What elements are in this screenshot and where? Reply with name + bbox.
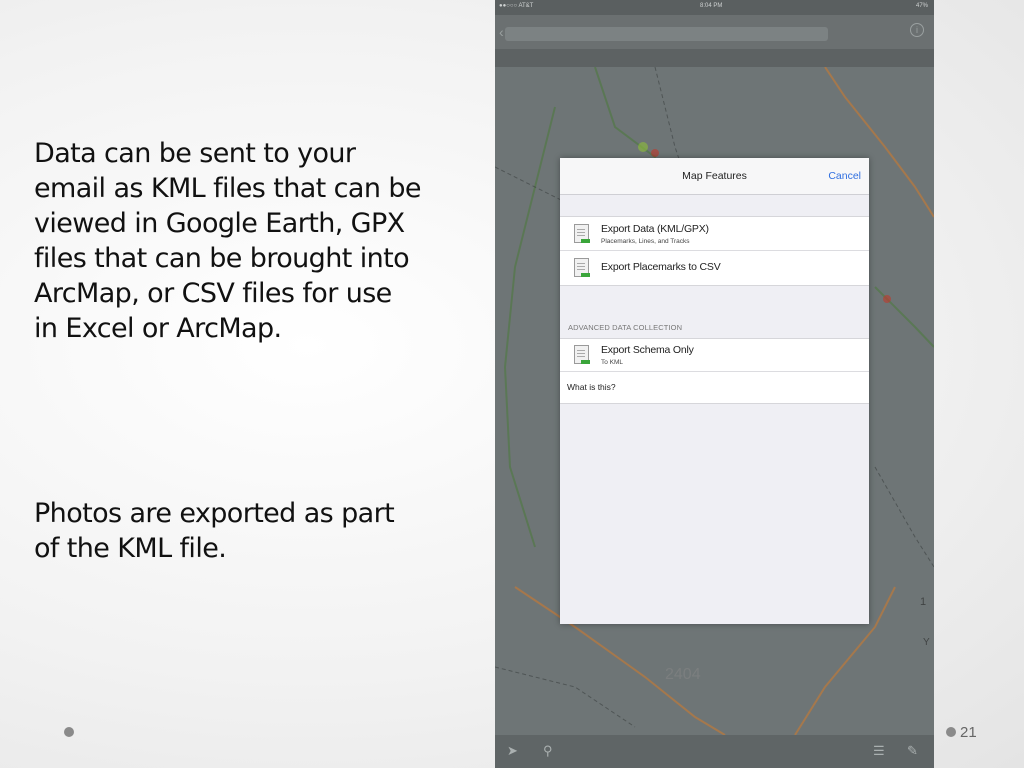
info-icon[interactable]: i: [910, 23, 924, 37]
map-label: 2404: [665, 666, 701, 683]
map-label: Y: [923, 637, 930, 648]
section-header: ADVANCED DATA COLLECTION: [568, 323, 683, 332]
slide-body-text-2: Photos are exported as part of the KML f…: [34, 498, 395, 564]
placemark-pin-icon[interactable]: ⚲: [543, 743, 553, 759]
wrench-icon[interactable]: ✎: [907, 743, 918, 759]
battery-text: 47%: [915, 3, 928, 9]
row-sublabel: Placemarks, Lines, and Tracks: [601, 238, 690, 245]
status-time: 8:04 PM: [700, 3, 723, 9]
export-options-group: Export Data (KML/GPX) Placemarks, Lines,…: [560, 216, 869, 286]
layers-icon[interactable]: ☰: [873, 743, 885, 759]
footer-dot-right: [946, 727, 956, 737]
map-features-modal: Map Features Cancel Export Data (KML/GPX…: [560, 158, 869, 624]
map-trail-line: [503, 106, 556, 548]
back-chevron-icon[interactable]: ‹: [499, 24, 504, 40]
slide-body-text-1: Data can be sent to your email as KML fi…: [34, 138, 421, 344]
row-label: What is this?: [567, 382, 616, 392]
map-label: 1: [920, 596, 926, 608]
export-data-kml-gpx-row[interactable]: Export Data (KML/GPX) Placemarks, Lines,…: [560, 217, 869, 250]
file-icon: [574, 224, 590, 243]
export-placemarks-csv-row[interactable]: Export Placemarks to CSV: [560, 251, 869, 285]
carrier-text: ●●○○○ AT&T: [499, 3, 534, 9]
page-number: 21: [960, 724, 977, 741]
advanced-options-group: Export Schema Only To KML What is this?: [560, 338, 869, 404]
modal-title: Map Features: [682, 170, 747, 182]
export-schema-only-row[interactable]: Export Schema Only To KML: [560, 339, 869, 371]
modal-header: Map Features Cancel: [560, 158, 869, 195]
address-bar[interactable]: [505, 27, 828, 41]
map-trail-line: [874, 286, 934, 348]
bottom-toolbar: ➤ ⚲ ☰ ✎: [495, 735, 934, 768]
status-bar: ●●○○○ AT&T 8:04 PM 47%: [495, 0, 934, 15]
file-icon: [574, 345, 590, 364]
ipad-screenshot: ●●○○○ AT&T 8:04 PM 47% ‹ i 2404 1 Y ➤ ⚲ …: [495, 0, 934, 768]
row-label: Export Placemarks to CSV: [601, 261, 721, 273]
file-icon: [574, 258, 590, 277]
app-toolbar-strip: [495, 49, 934, 67]
location-arrow-icon[interactable]: ➤: [507, 743, 518, 759]
cancel-button[interactable]: Cancel: [828, 170, 861, 182]
row-label: Export Data (KML/GPX): [601, 223, 709, 235]
row-label: Export Schema Only: [601, 344, 694, 356]
what-is-this-row[interactable]: What is this?: [560, 372, 869, 403]
footer-dot-left: [64, 727, 74, 737]
browser-nav-bar: ‹ i: [495, 15, 934, 49]
row-sublabel: To KML: [601, 359, 624, 366]
